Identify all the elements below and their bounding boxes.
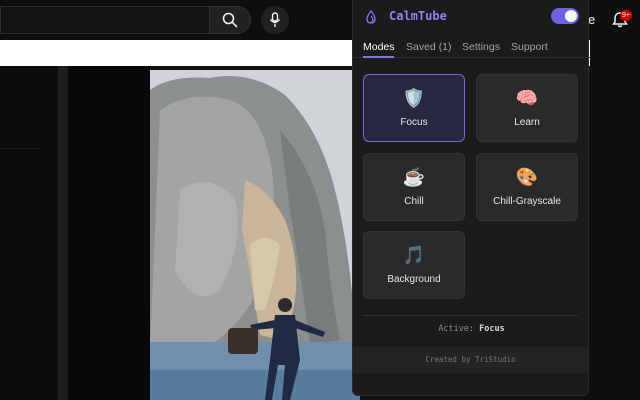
search-icon <box>222 12 238 28</box>
enable-toggle[interactable] <box>551 8 579 24</box>
mode-card-learn[interactable]: 🧠 Learn <box>476 74 578 142</box>
search-input[interactable] <box>0 6 210 34</box>
mode-label: Chill <box>404 196 424 207</box>
voice-search-button[interactable] <box>261 6 289 34</box>
active-mode-name: Focus <box>479 324 505 334</box>
active-prefix: Active: <box>438 324 480 334</box>
right-edge <box>590 40 640 400</box>
tab-support[interactable]: Support <box>511 40 548 58</box>
create-button-label[interactable]: e <box>588 10 602 30</box>
mode-label: Background <box>387 274 441 285</box>
brain-icon: 🧠 <box>515 88 539 108</box>
mode-label: Chill-Grayscale <box>493 196 561 207</box>
active-mode-status: Active: Focus <box>353 324 590 334</box>
coffee-icon: ☕ <box>402 167 426 187</box>
video-thumbnail[interactable] <box>150 70 360 400</box>
status-divider <box>363 315 578 316</box>
search-button[interactable] <box>209 6 251 34</box>
mode-card-chill-grayscale[interactable]: 🎨 Chill-Grayscale <box>476 153 578 221</box>
music-note-icon: 🎵 <box>402 245 426 265</box>
mode-card-chill[interactable]: ☕ Chill <box>363 153 465 221</box>
mode-card-background[interactable]: 🎵 Background <box>363 231 465 299</box>
mode-card-focus[interactable]: 🛡️ Focus <box>363 74 465 142</box>
toggle-knob <box>565 10 577 22</box>
microphone-icon <box>269 12 281 27</box>
popup-header: CalmTube <box>353 0 590 34</box>
mode-label: Focus <box>400 117 428 128</box>
sidebar-divider <box>0 148 40 149</box>
notification-badge: 9+ <box>620 10 632 21</box>
drop-icon <box>366 10 376 24</box>
tab-settings[interactable]: Settings <box>462 40 500 58</box>
tab-saved[interactable]: Saved (1) <box>406 40 452 58</box>
panel-divider <box>58 66 68 400</box>
active-tab-indicator <box>363 56 394 58</box>
left-sidebar <box>0 66 58 400</box>
credits-text: Created by TriStudio <box>425 355 516 364</box>
side-panel <box>68 66 150 400</box>
popup-tabs: Modes Saved (1) Settings Support <box>353 40 590 58</box>
popup-footer: Created by TriStudio <box>353 347 588 373</box>
shield-icon: 🛡️ <box>402 88 426 108</box>
calmtube-popup: CalmTube Modes Saved (1) Settings Suppor… <box>352 0 590 396</box>
extension-title: CalmTube <box>389 9 447 23</box>
mode-label: Learn <box>514 117 540 128</box>
palette-icon: 🎨 <box>515 167 539 187</box>
